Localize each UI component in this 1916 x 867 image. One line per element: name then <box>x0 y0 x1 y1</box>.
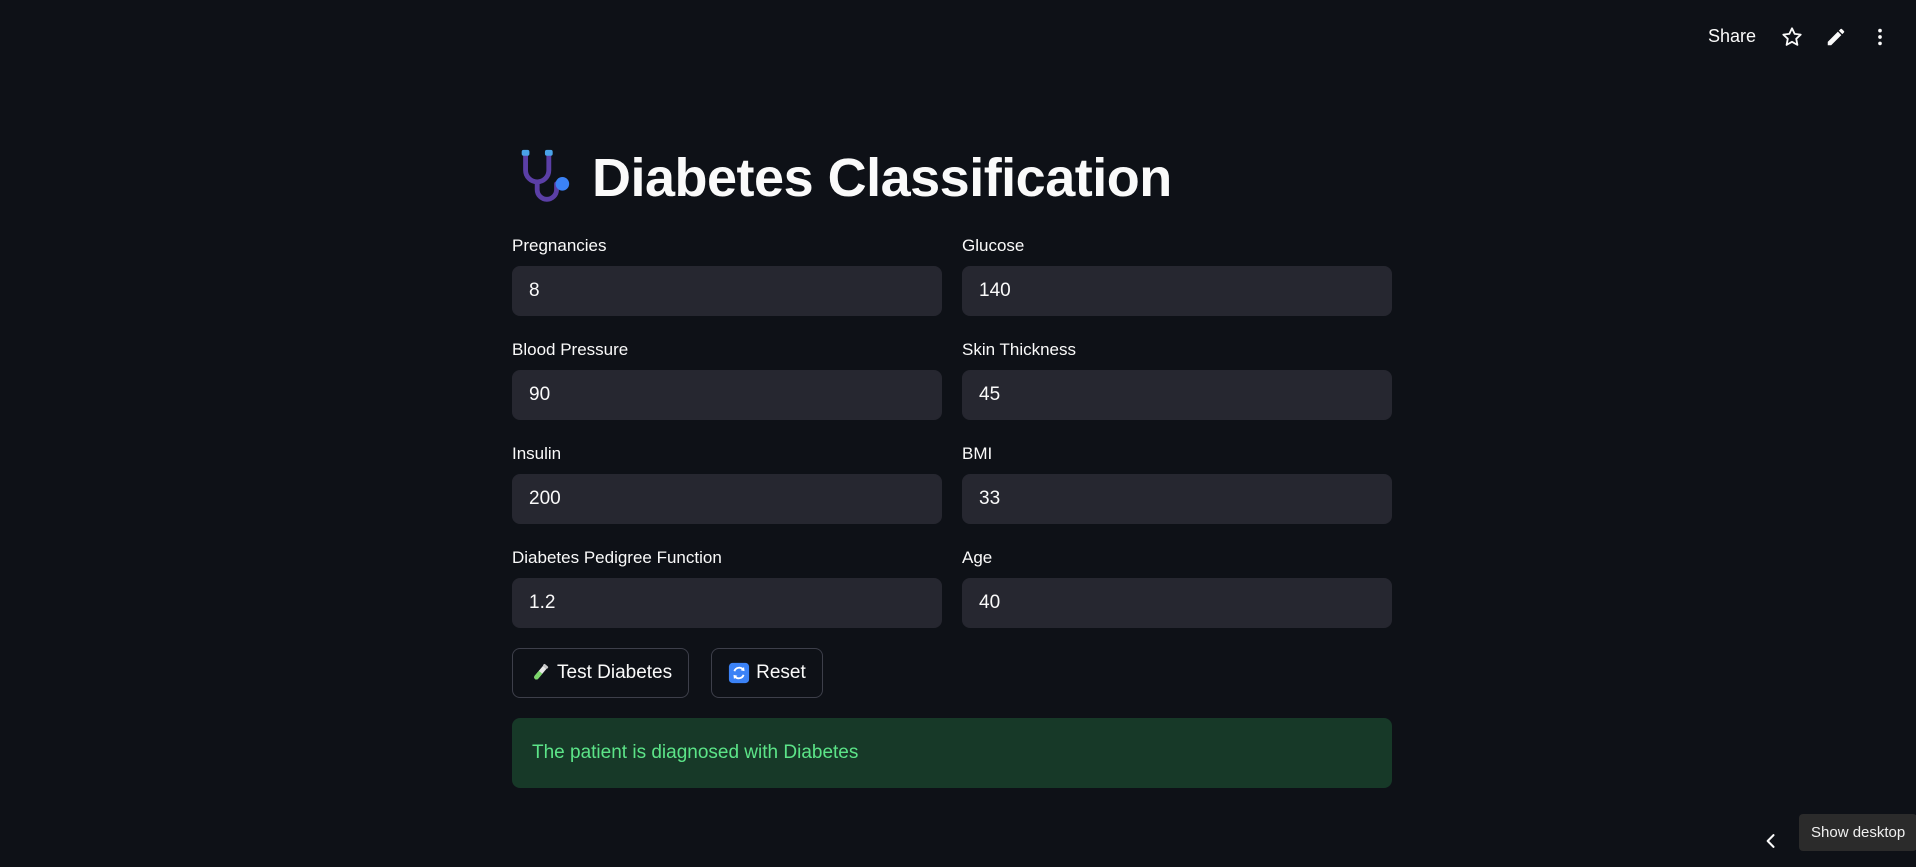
reset-label: Reset <box>756 662 806 683</box>
age-input[interactable]: 40 <box>962 578 1392 628</box>
insulin-input[interactable]: 200 <box>512 474 942 524</box>
share-button[interactable]: Share <box>1698 18 1766 55</box>
blood-pressure-input[interactable]: 90 <box>512 370 942 420</box>
insulin-field: Insulin 200 <box>512 444 942 524</box>
test-tube-icon <box>529 662 551 684</box>
result-message: The patient is diagnosed with Diabetes <box>532 742 859 763</box>
input-form: Pregnancies 8 Glucose 140 Blood Pressure… <box>512 236 1392 628</box>
dpf-field: Diabetes Pedigree Function 1.2 <box>512 548 942 628</box>
bmi-label: BMI <box>962 444 993 463</box>
show-desktop-tooltip: Show desktop <box>1799 814 1916 851</box>
skin-thickness-field: Skin Thickness 45 <box>962 340 1392 420</box>
test-diabetes-label: Test Diabetes <box>557 662 673 683</box>
top-toolbar: Share <box>1698 18 1898 55</box>
action-buttons: Test Diabetes Reset <box>512 648 1392 698</box>
star-icon[interactable] <box>1774 19 1810 55</box>
pregnancies-input[interactable]: 8 <box>512 266 942 316</box>
insulin-label: Insulin <box>512 444 562 463</box>
age-label: Age <box>962 548 993 567</box>
stethoscope-icon <box>512 147 574 209</box>
blood-pressure-field: Blood Pressure 90 <box>512 340 942 420</box>
page-header: Diabetes Classification <box>512 140 1392 216</box>
glucose-label: Glucose <box>962 236 1025 255</box>
pregnancies-field: Pregnancies 8 <box>512 236 942 316</box>
glucose-input[interactable]: 140 <box>962 266 1392 316</box>
chevron-left-icon[interactable] <box>1760 828 1782 854</box>
result-success-alert: The patient is diagnosed with Diabetes <box>512 718 1392 788</box>
dpf-label: Diabetes Pedigree Function <box>512 548 722 567</box>
pregnancies-label: Pregnancies <box>512 236 607 255</box>
refresh-icon <box>728 662 750 684</box>
app: Share Diabetes Classification Pregnancie… <box>0 0 1916 867</box>
main-content: Diabetes Classification Pregnancies 8 Gl… <box>512 140 1392 788</box>
dpf-input[interactable]: 1.2 <box>512 578 942 628</box>
test-diabetes-button[interactable]: Test Diabetes <box>512 648 690 698</box>
page-title: Diabetes Classification <box>592 148 1172 208</box>
more-vertical-icon[interactable] <box>1862 19 1898 55</box>
bmi-field: BMI 33 <box>962 444 1392 524</box>
age-field: Age 40 <box>962 548 1392 628</box>
blood-pressure-label: Blood Pressure <box>512 340 629 359</box>
bmi-input[interactable]: 33 <box>962 474 1392 524</box>
skin-thickness-input[interactable]: 45 <box>962 370 1392 420</box>
glucose-field: Glucose 140 <box>962 236 1392 316</box>
pencil-icon[interactable] <box>1818 19 1854 55</box>
reset-button[interactable]: Reset <box>711 648 823 698</box>
skin-thickness-label: Skin Thickness <box>962 340 1077 359</box>
